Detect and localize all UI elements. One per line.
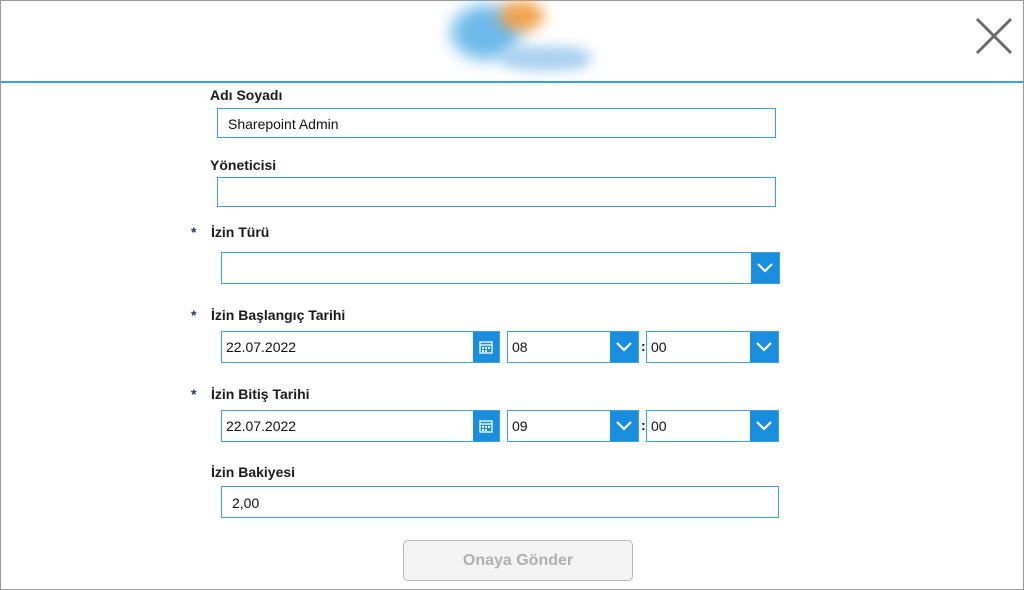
required-marker: * <box>191 224 197 240</box>
header-bar <box>1 1 1023 83</box>
balance-label: İzin Bakiyesi <box>211 464 296 480</box>
leave-type-dropdown[interactable] <box>221 252 780 284</box>
calendar-icon[interactable] <box>473 332 499 362</box>
manager-field[interactable] <box>217 177 776 207</box>
time-separator: : <box>641 417 646 433</box>
end-hour-dropdown[interactable]: 09 <box>507 410 639 442</box>
form-window: Adı Soyadı Sharepoint Admin Yöneticisi *… <box>0 0 1024 590</box>
end-hour-value: 09 <box>512 418 528 434</box>
company-logo <box>441 1 601 79</box>
end-minute-value: 00 <box>651 418 667 434</box>
submit-for-approval-button[interactable]: Onaya Gönder <box>403 540 633 581</box>
start-hour-dropdown[interactable]: 08 <box>507 331 639 363</box>
chevron-down-icon[interactable] <box>610 411 638 441</box>
end-minute-dropdown[interactable]: 00 <box>646 410 779 442</box>
name-field[interactable]: Sharepoint Admin <box>217 108 776 138</box>
close-button[interactable] <box>973 15 1015 57</box>
required-marker: * <box>191 386 197 402</box>
chevron-down-icon[interactable] <box>610 332 638 362</box>
end-date-picker[interactable]: 22.07.2022 <box>221 410 500 442</box>
end-date-label: İzin Bitiş Tarihi <box>211 386 310 402</box>
leave-type-label: İzin Türü <box>211 224 270 240</box>
start-date-value: 22.07.2022 <box>226 339 297 355</box>
start-minute-dropdown[interactable]: 00 <box>646 331 779 363</box>
name-label: Adı Soyadı <box>210 87 283 103</box>
start-hour-value: 08 <box>512 339 528 355</box>
time-separator: : <box>641 338 646 354</box>
chevron-down-icon[interactable] <box>750 411 778 441</box>
start-minute-value: 00 <box>651 339 667 355</box>
start-date-label: İzin Başlangıç Tarihi <box>211 307 346 323</box>
calendar-icon[interactable] <box>473 411 499 441</box>
manager-label: Yöneticisi <box>210 157 277 173</box>
balance-field[interactable]: 2,00 <box>221 486 779 518</box>
required-marker: * <box>191 307 197 323</box>
end-date-value: 22.07.2022 <box>226 418 297 434</box>
start-date-picker[interactable]: 22.07.2022 <box>221 331 500 363</box>
close-icon <box>975 17 1013 55</box>
chevron-down-icon[interactable] <box>750 332 778 362</box>
chevron-down-icon[interactable] <box>751 253 779 283</box>
